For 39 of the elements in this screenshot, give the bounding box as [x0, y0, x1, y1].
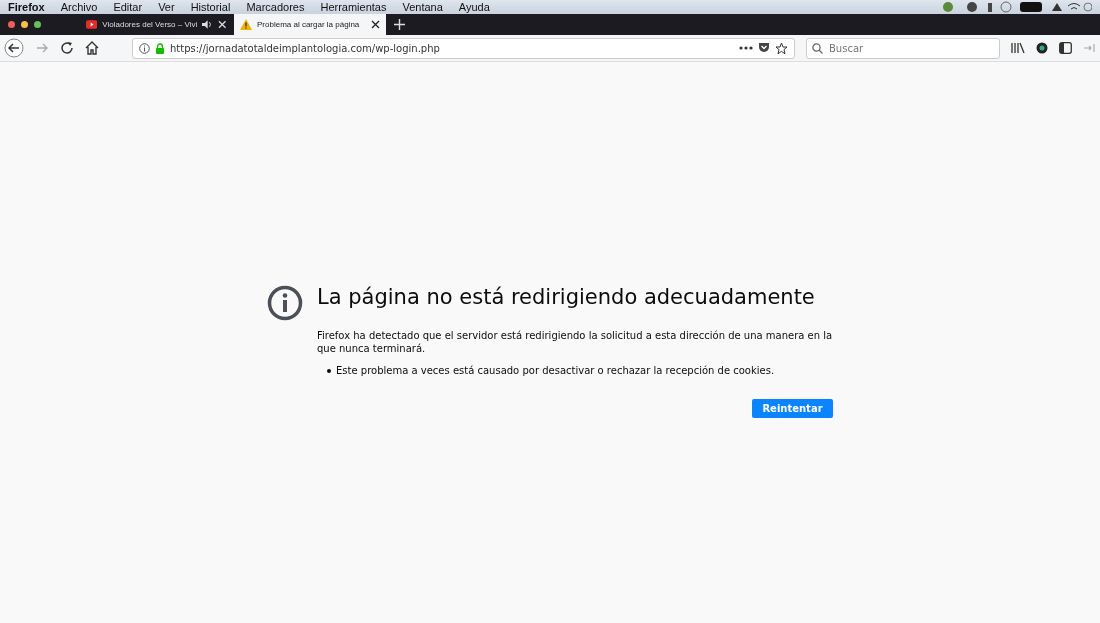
reload-icon[interactable] [60, 41, 74, 55]
pocket-icon[interactable] [758, 42, 770, 54]
menu-item[interactable]: Archivo [60, 1, 98, 13]
star-icon[interactable] [775, 41, 788, 55]
error-title: La página no está redirigiendo adecuadamente [317, 285, 816, 309]
warning-icon [240, 19, 252, 30]
menu-item[interactable]: Marcadores [246, 1, 305, 13]
error-description: Firefox ha detectado que el servidor está redirigiendo la solicitud a esta dirección de una manera en la que nunca terminará. [317, 329, 833, 355]
browser-tab[interactable]: Violadores del Verso – Vivi [80, 14, 232, 35]
address-bar[interactable]: https://jornadatotaldeimplantologia.com/wp-login.php [132, 37, 795, 59]
info-icon[interactable] [139, 42, 150, 54]
menu-item[interactable]: Firefox [8, 1, 45, 13]
zoom-dot-icon[interactable] [34, 21, 41, 28]
retry-button[interactable]: Reintentar [752, 399, 833, 418]
extension-icon[interactable] [1036, 42, 1048, 54]
search-field[interactable]: Buscar [806, 37, 1000, 59]
browser-tab[interactable]: Problema al cargar la página [234, 14, 386, 35]
menu-item[interactable]: Editar [113, 1, 143, 13]
info-icon [267, 285, 303, 321]
error-hint: Este problema a veces está causado por desactivar o rechazar la recepción de cookies. [336, 365, 775, 376]
minimize-dot-icon[interactable] [21, 21, 28, 28]
sidebar-icon[interactable] [1059, 42, 1072, 54]
menu-item[interactable]: Ventana [402, 1, 443, 13]
menu-item[interactable]: Ver [158, 1, 175, 13]
lock-icon [155, 42, 165, 54]
play-logo-icon [86, 20, 98, 29]
new-tab-icon[interactable] [394, 19, 405, 30]
bullet-icon [327, 368, 331, 373]
close-dot-icon[interactable] [8, 21, 15, 28]
back-icon[interactable] [4, 38, 24, 58]
menu-item[interactable]: Herramientas [320, 1, 387, 13]
library-icon[interactable] [1011, 42, 1025, 54]
home-icon[interactable] [85, 41, 99, 55]
more-icon[interactable] [739, 46, 753, 50]
url-text: https://jornadatotaldeimplantologia.com/wp-login.php [170, 42, 440, 54]
menu-item[interactable]: Ayuda [458, 1, 490, 13]
speaker-icon[interactable] [202, 20, 213, 29]
close-icon[interactable] [371, 20, 380, 29]
menu-item[interactable]: Historial [190, 1, 231, 13]
